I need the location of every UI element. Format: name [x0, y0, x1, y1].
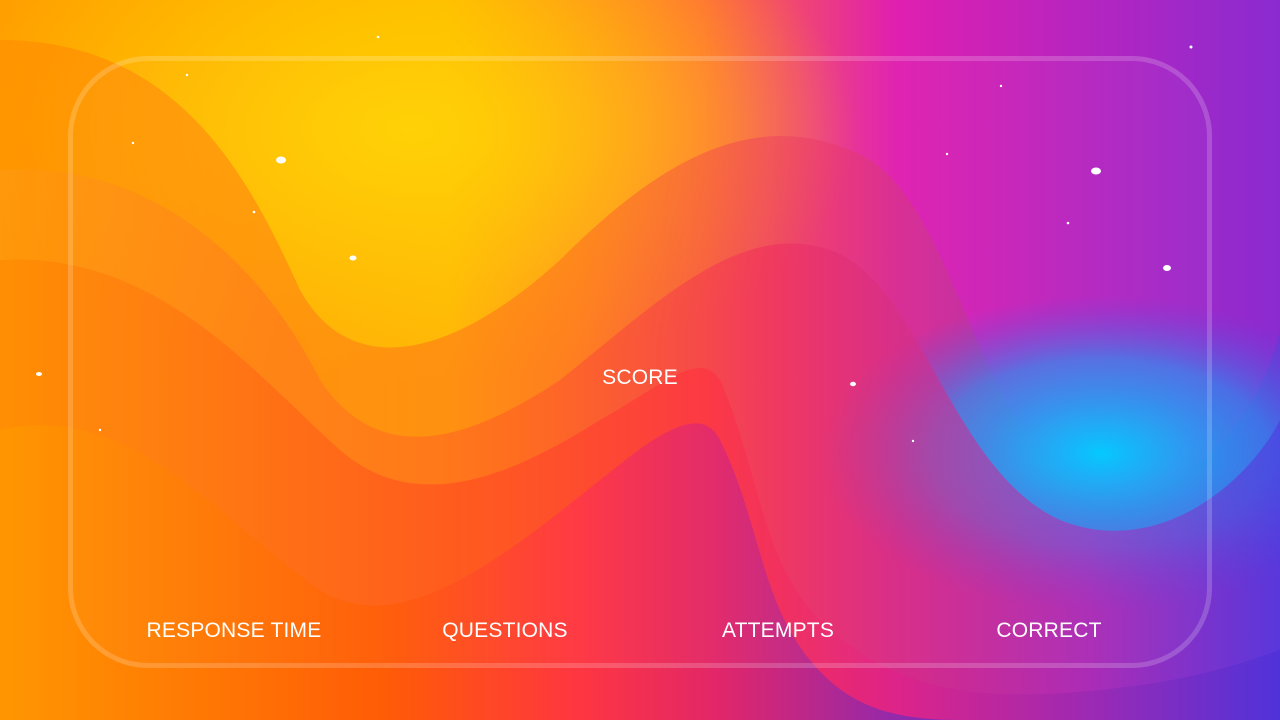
response-time-label: RESPONSE TIME: [146, 619, 322, 642]
attempts-label: ATTEMPTS: [721, 619, 835, 642]
correct-label: CORRECT: [996, 619, 1102, 642]
glass-panel: [68, 56, 1212, 668]
game-screen: SCORE RESPONSE TIME QUESTIONS ATTEMPTS C…: [0, 0, 1280, 720]
score-label: SCORE: [602, 366, 678, 389]
questions-label: QUESTIONS: [442, 619, 568, 642]
